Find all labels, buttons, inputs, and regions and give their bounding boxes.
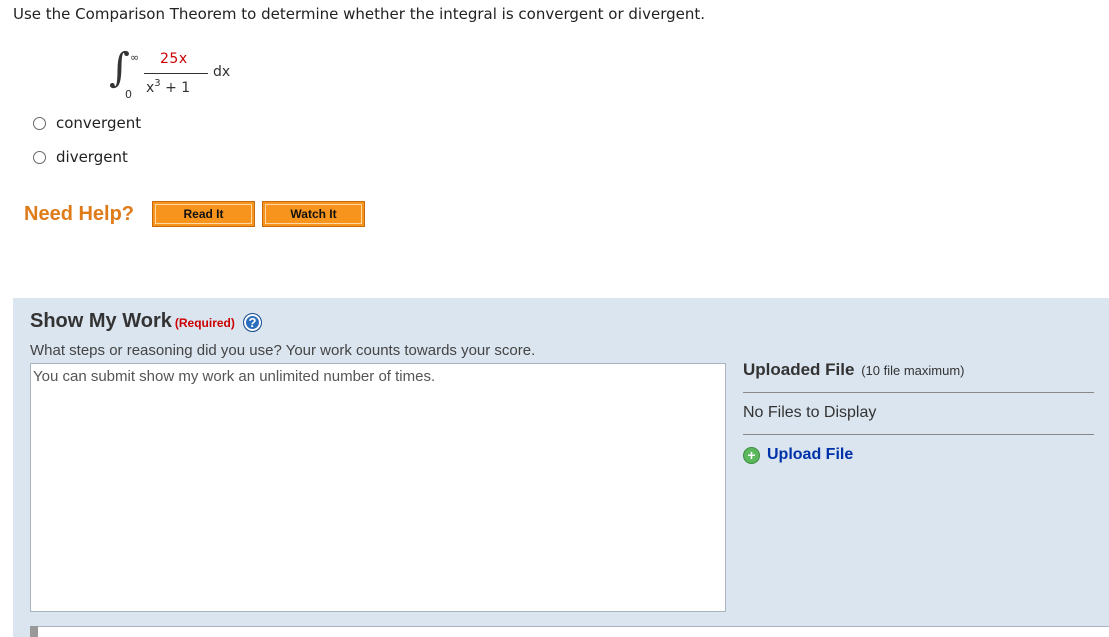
option-label: convergent bbox=[56, 114, 142, 132]
show-my-work-title: Show My Work (Required) bbox=[30, 310, 235, 333]
read-it-button[interactable]: Read It bbox=[152, 201, 255, 227]
watch-it-button[interactable]: Watch It bbox=[262, 201, 365, 227]
plus-circle-icon: + bbox=[743, 446, 760, 464]
question-text: Use the Comparison Theorem to determine … bbox=[13, 5, 705, 23]
help-question-icon[interactable]: ? bbox=[243, 313, 262, 332]
read-it-label: Read It bbox=[155, 204, 252, 224]
radio-button[interactable] bbox=[33, 150, 46, 164]
option-label: divergent bbox=[56, 148, 128, 166]
next-field-top-edge bbox=[30, 626, 1109, 637]
integral-upper-limit: ∞ bbox=[130, 51, 140, 64]
next-field-handle bbox=[30, 626, 38, 637]
fraction-numerator: 25x bbox=[160, 51, 188, 67]
integral-lower-limit: 0 bbox=[125, 88, 132, 101]
integral-differential: dx bbox=[213, 64, 231, 80]
uploaded-file-heading: Uploaded File (10 file maximum) bbox=[743, 360, 965, 380]
fraction-bar bbox=[144, 73, 208, 74]
need-help-label: Need Help? bbox=[24, 203, 135, 225]
upload-divider-top bbox=[743, 392, 1094, 393]
denominator-rest: + 1 bbox=[160, 80, 191, 96]
option-divergent[interactable]: divergent bbox=[33, 147, 128, 167]
required-badge: (Required) bbox=[174, 316, 235, 330]
show-my-work-heading: Show My Work bbox=[30, 310, 172, 332]
watch-it-label: Watch It bbox=[265, 204, 362, 224]
option-convergent[interactable]: convergent bbox=[33, 113, 141, 133]
show-my-work-textarea[interactable] bbox=[30, 363, 726, 612]
integral-sign: ∫ bbox=[109, 45, 130, 91]
upload-divider-bottom bbox=[743, 434, 1094, 435]
fraction-denominator: x3 + 1 bbox=[146, 78, 190, 96]
no-files-text: No Files to Display bbox=[743, 404, 877, 421]
upload-file-button[interactable]: + Upload File bbox=[743, 446, 853, 464]
file-maximum-note: (10 file maximum) bbox=[861, 363, 965, 378]
upload-file-label: Upload File bbox=[767, 446, 854, 463]
uploaded-file-title: Uploaded File bbox=[743, 360, 855, 379]
radio-button[interactable] bbox=[33, 116, 46, 130]
show-my-work-description: What steps or reasoning did you use? You… bbox=[30, 342, 536, 359]
